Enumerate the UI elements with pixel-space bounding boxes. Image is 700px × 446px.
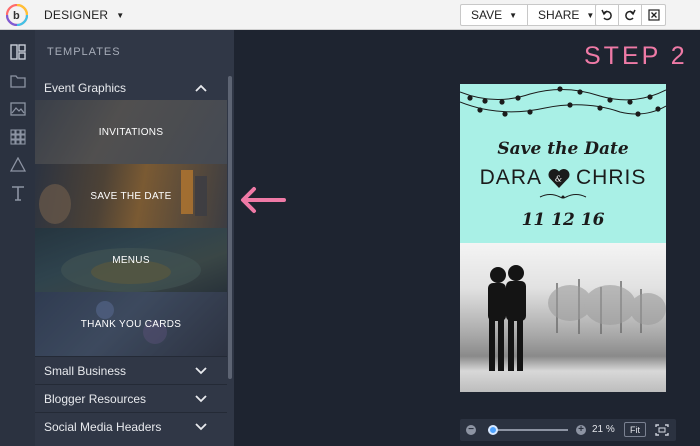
category-blogger-resources[interactable]: Blogger Resources — [35, 384, 227, 412]
card-name-1: DARA — [479, 166, 542, 189]
zoom-in-button[interactable]: + — [576, 425, 586, 435]
folder-icon[interactable] — [9, 72, 26, 89]
card-title: Save the Date — [497, 139, 629, 159]
text-icon[interactable] — [9, 184, 26, 201]
template-label: MENUS — [112, 254, 150, 266]
category-label: Blogger Resources — [44, 391, 147, 406]
svg-text:b: b — [13, 10, 20, 22]
flourish-icon — [539, 194, 587, 199]
redo-button[interactable] — [619, 5, 642, 25]
chevron-up-icon — [195, 84, 207, 92]
card-names: DARA & CHRIS — [460, 166, 666, 190]
template-thank-you-cards[interactable]: THANK YOU CARDS — [35, 292, 227, 356]
card-ampersand: & — [555, 175, 563, 184]
card-name-2: CHRIS — [576, 166, 647, 189]
design-canvas[interactable]: Save the Date DARA & CHRIS 11 12 16 — [460, 84, 666, 392]
redo-icon — [625, 9, 636, 21]
category-small-business[interactable]: Small Business — [35, 356, 227, 384]
step-label: STEP 2 — [584, 42, 688, 70]
category-label: Event Graphics — [44, 81, 127, 95]
caret-down-icon: ▼ — [509, 10, 518, 20]
category-event-graphics[interactable]: Event Graphics — [35, 74, 227, 102]
template-menus[interactable]: MENUS — [35, 228, 227, 292]
save-button[interactable]: SAVE ▼ — [461, 5, 529, 25]
undo-icon — [601, 9, 612, 21]
undo-button[interactable] — [596, 5, 619, 25]
template-save-the-date[interactable]: SAVE THE DATE — [35, 164, 227, 228]
history-group — [595, 4, 666, 26]
zoom-slider-handle[interactable] — [487, 425, 498, 435]
image-icon[interactable] — [9, 100, 26, 117]
grid-icon[interactable] — [9, 128, 26, 145]
category-label: Social Media Headers — [44, 419, 162, 434]
template-invitations[interactable]: INVITATIONS — [35, 100, 227, 164]
zoom-slider-track[interactable] — [488, 429, 568, 431]
caret-down-icon: ▼ — [116, 10, 125, 20]
triangle-icon[interactable] — [9, 156, 26, 173]
share-button[interactable]: SHARE ▼ — [528, 5, 604, 25]
category-social-media-headers[interactable]: Social Media Headers — [35, 412, 227, 440]
app-window: b DESIGNER ▼ SAVE ▼ SHARE ▼ TEMPLATES Ev… — [0, 0, 700, 446]
card-mint-panel: Save the Date DARA & CHRIS 11 12 16 — [460, 84, 666, 243]
chevron-down-icon — [195, 422, 207, 430]
photo-shapes — [488, 265, 666, 371]
card-date: 11 12 16 — [521, 210, 605, 230]
tool-rail — [0, 30, 35, 446]
designer-menu-label: DESIGNER — [44, 8, 109, 22]
share-label: SHARE — [538, 8, 580, 22]
category-label: Small Business — [44, 363, 127, 378]
caret-down-icon: ▼ — [586, 10, 595, 20]
panel-title: TEMPLATES — [47, 46, 121, 58]
templates-panel: TEMPLATES Event Graphics INVITATIONS SAV… — [35, 30, 234, 446]
chevron-down-icon — [195, 366, 207, 374]
template-label: THANK YOU CARDS — [80, 318, 182, 330]
befunky-logo-icon[interactable]: b — [6, 4, 28, 26]
save-label: SAVE — [471, 8, 503, 22]
template-label: SAVE THE DATE — [90, 190, 172, 202]
designer-menu[interactable]: DESIGNER ▼ — [44, 0, 124, 30]
top-toolbar: b DESIGNER ▼ SAVE ▼ SHARE ▼ — [0, 0, 700, 30]
couple-photo — [460, 243, 666, 392]
layouts-icon[interactable] — [9, 43, 26, 60]
fullscreen-icon[interactable] — [652, 421, 672, 439]
zoom-bar: − + 21 % Fit — [460, 419, 676, 441]
zoom-out-button[interactable]: − — [466, 425, 476, 435]
template-label: INVITATIONS — [98, 126, 164, 138]
close-button[interactable] — [642, 5, 665, 25]
panel-scrollbar[interactable] — [228, 76, 232, 379]
chevron-down-icon — [195, 394, 207, 402]
zoom-level: 21 % — [592, 424, 615, 435]
close-icon — [647, 9, 660, 21]
save-share-group: SAVE ▼ SHARE ▼ — [460, 4, 606, 26]
fit-button[interactable]: Fit — [624, 422, 646, 437]
string-lights-icon — [460, 86, 666, 117]
heart-icon: & — [548, 168, 570, 188]
arrow-left-icon — [241, 187, 286, 213]
